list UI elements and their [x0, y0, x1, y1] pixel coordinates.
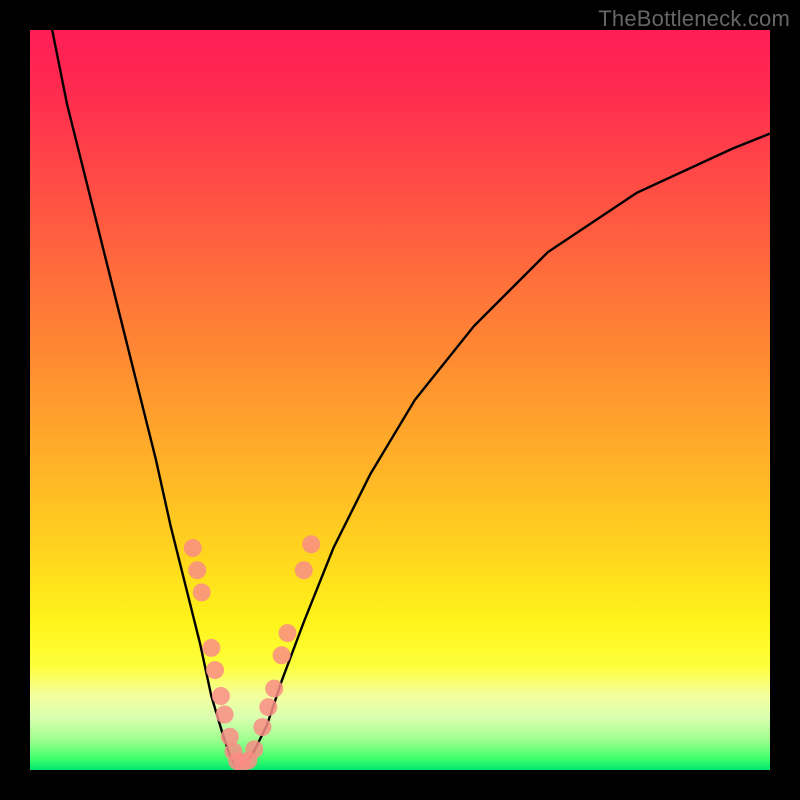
marker-dot — [265, 680, 283, 698]
marker-dot — [206, 661, 224, 679]
marker-dot — [302, 535, 320, 553]
watermark-text: TheBottleneck.com — [598, 6, 790, 32]
bottleneck-curve — [52, 30, 770, 766]
marker-dot — [245, 740, 263, 758]
chart-svg — [30, 30, 770, 770]
marker-dot — [273, 646, 291, 664]
marker-dot — [184, 539, 202, 557]
marker-dot — [202, 639, 220, 657]
marker-dot — [193, 583, 211, 601]
chart-frame: TheBottleneck.com — [0, 0, 800, 800]
marker-dot — [216, 706, 234, 724]
highlighted-points — [184, 535, 320, 770]
marker-dot — [259, 698, 277, 716]
marker-dot — [212, 687, 230, 705]
marker-dot — [253, 718, 271, 736]
marker-dot — [295, 561, 313, 579]
marker-dot — [279, 624, 297, 642]
chart-plot-area — [30, 30, 770, 770]
marker-dot — [188, 561, 206, 579]
